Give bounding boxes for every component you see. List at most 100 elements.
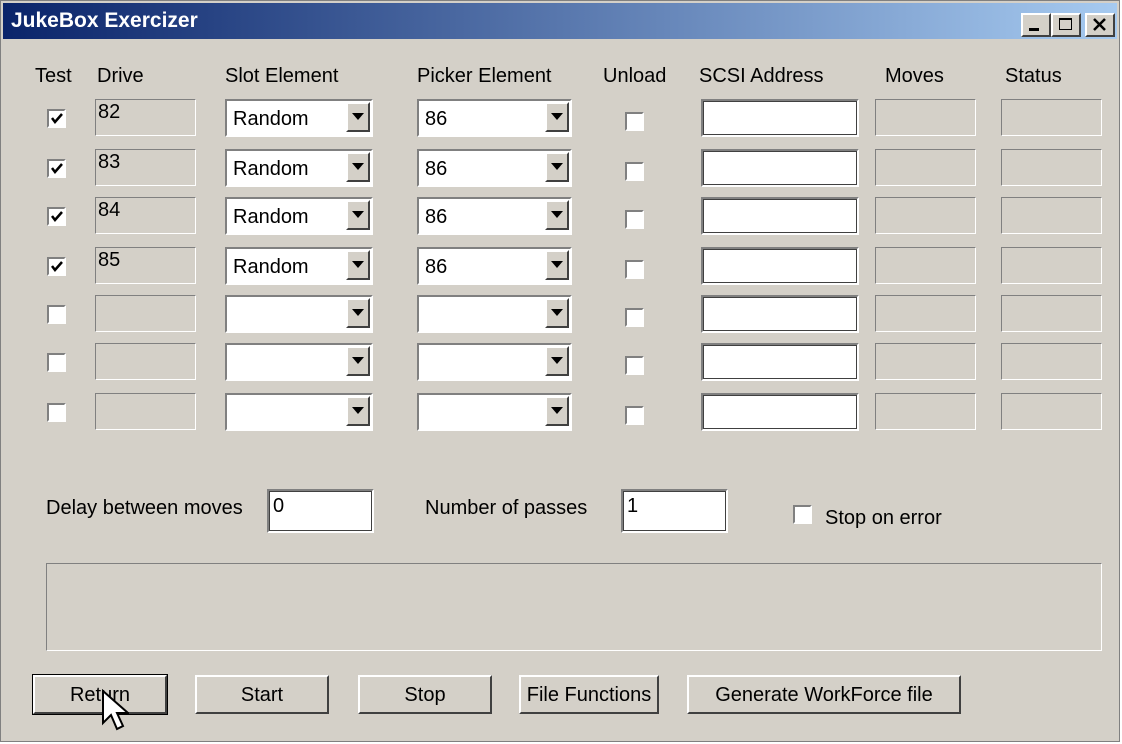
picker-element-select[interactable]: 86: [417, 149, 572, 187]
slot-element-value: Random: [233, 158, 309, 180]
chevron-down-icon: [352, 211, 364, 218]
check-icon: [51, 211, 63, 222]
picker-element-select[interactable]: [417, 343, 572, 381]
slot-element-select[interactable]: [225, 343, 373, 381]
picker-dropdown-button[interactable]: [545, 102, 569, 132]
slot-element-value: Random: [233, 256, 309, 278]
picker-element-value: 86: [425, 256, 448, 278]
picker-element-select[interactable]: 86: [417, 99, 572, 137]
test-checkbox[interactable]: [47, 353, 66, 372]
slot-dropdown-button[interactable]: [346, 152, 370, 182]
stop-on-error-label[interactable]: Stop on error: [825, 507, 942, 530]
status-field: [1001, 149, 1102, 186]
scsi-address-input[interactable]: [701, 99, 859, 137]
drive-value: 83: [98, 151, 121, 173]
test-checkbox[interactable]: [47, 207, 66, 226]
delay-input[interactable]: 0: [267, 489, 374, 533]
slot-dropdown-button[interactable]: [346, 200, 370, 230]
title-bar[interactable]: JukeBox Exercizer: [3, 3, 1117, 39]
return-button[interactable]: Return: [32, 674, 168, 715]
picker-element-value: 86: [425, 108, 448, 130]
picker-element-select[interactable]: [417, 393, 572, 431]
slot-dropdown-button[interactable]: [346, 396, 370, 426]
test-checkbox[interactable]: [47, 403, 66, 422]
status-field: [1001, 197, 1102, 234]
moves-field: [875, 343, 976, 380]
stop-on-error-checkbox[interactable]: [793, 505, 812, 524]
test-checkbox[interactable]: [47, 159, 66, 178]
maximize-icon: [1059, 18, 1072, 30]
picker-element-select[interactable]: [417, 295, 572, 333]
header-slot-element: Slot Element: [225, 65, 339, 87]
unload-checkbox[interactable]: [625, 112, 644, 131]
status-field: [1001, 295, 1102, 332]
status-field: [1001, 99, 1102, 136]
scsi-address-input[interactable]: [701, 247, 859, 285]
file-functions-button[interactable]: File Functions: [519, 675, 659, 714]
chevron-down-icon: [352, 163, 364, 170]
slot-dropdown-button[interactable]: [346, 102, 370, 132]
test-checkbox[interactable]: [47, 305, 66, 324]
slot-dropdown-button[interactable]: [346, 250, 370, 280]
start-button[interactable]: Start: [195, 675, 329, 714]
drive-field: 82: [95, 99, 196, 136]
drive-field: [95, 343, 196, 380]
drive-field: 85: [95, 247, 196, 284]
test-checkbox[interactable]: [47, 109, 66, 128]
slot-element-select[interactable]: Random: [225, 149, 373, 187]
passes-label: Number of passes: [425, 497, 588, 519]
slot-element-select[interactable]: Random: [225, 99, 373, 137]
unload-checkbox[interactable]: [625, 210, 644, 229]
picker-element-value: 86: [425, 158, 448, 180]
delay-label: Delay between moves: [46, 497, 243, 519]
slot-element-select[interactable]: [225, 295, 373, 333]
maximize-button[interactable]: [1051, 13, 1081, 37]
scsi-address-input[interactable]: [701, 295, 859, 333]
unload-checkbox[interactable]: [625, 406, 644, 425]
status-message-area: [46, 563, 1102, 651]
jukebox-exercizer-window: JukeBox Exercizer Test Drive Slot Elemen…: [0, 0, 1120, 742]
picker-element-select[interactable]: 86: [417, 247, 572, 285]
status-field: [1001, 247, 1102, 284]
slot-element-select[interactable]: Random: [225, 197, 373, 235]
unload-checkbox[interactable]: [625, 308, 644, 327]
picker-dropdown-button[interactable]: [545, 396, 569, 426]
slot-element-select[interactable]: Random: [225, 247, 373, 285]
picker-dropdown-button[interactable]: [545, 152, 569, 182]
moves-field: [875, 247, 976, 284]
generate-workforce-file-button[interactable]: Generate WorkForce file: [687, 675, 961, 714]
moves-field: [875, 197, 976, 234]
picker-dropdown-button[interactable]: [545, 200, 569, 230]
scsi-address-input[interactable]: [701, 393, 859, 431]
slot-element-select[interactable]: [225, 393, 373, 431]
slot-dropdown-button[interactable]: [346, 346, 370, 376]
header-picker-element: Picker Element: [417, 65, 552, 87]
chevron-down-icon: [352, 309, 364, 316]
slot-dropdown-button[interactable]: [346, 298, 370, 328]
test-checkbox[interactable]: [47, 257, 66, 276]
picker-dropdown-button[interactable]: [545, 250, 569, 280]
scsi-address-input[interactable]: [701, 343, 859, 381]
picker-dropdown-button[interactable]: [545, 298, 569, 328]
chevron-down-icon: [551, 357, 563, 364]
header-status: Status: [1005, 65, 1062, 87]
unload-checkbox[interactable]: [625, 356, 644, 375]
scsi-address-input[interactable]: [701, 197, 859, 235]
drive-field: [95, 295, 196, 332]
passes-value: 1: [627, 495, 639, 517]
file-functions-button-label: File Functions: [526, 684, 652, 706]
unload-checkbox[interactable]: [625, 162, 644, 181]
check-icon: [51, 113, 63, 124]
unload-checkbox[interactable]: [625, 260, 644, 279]
close-button[interactable]: [1085, 13, 1115, 37]
moves-field: [875, 149, 976, 186]
scsi-address-input[interactable]: [701, 149, 859, 187]
minimize-button[interactable]: [1021, 13, 1051, 37]
picker-element-select[interactable]: 86: [417, 197, 572, 235]
passes-input[interactable]: 1: [621, 489, 728, 533]
stop-button[interactable]: Stop: [358, 675, 492, 714]
chevron-down-icon: [551, 163, 563, 170]
picker-dropdown-button[interactable]: [545, 346, 569, 376]
delay-value: 0: [273, 495, 285, 517]
picker-element-value: 86: [425, 206, 448, 228]
